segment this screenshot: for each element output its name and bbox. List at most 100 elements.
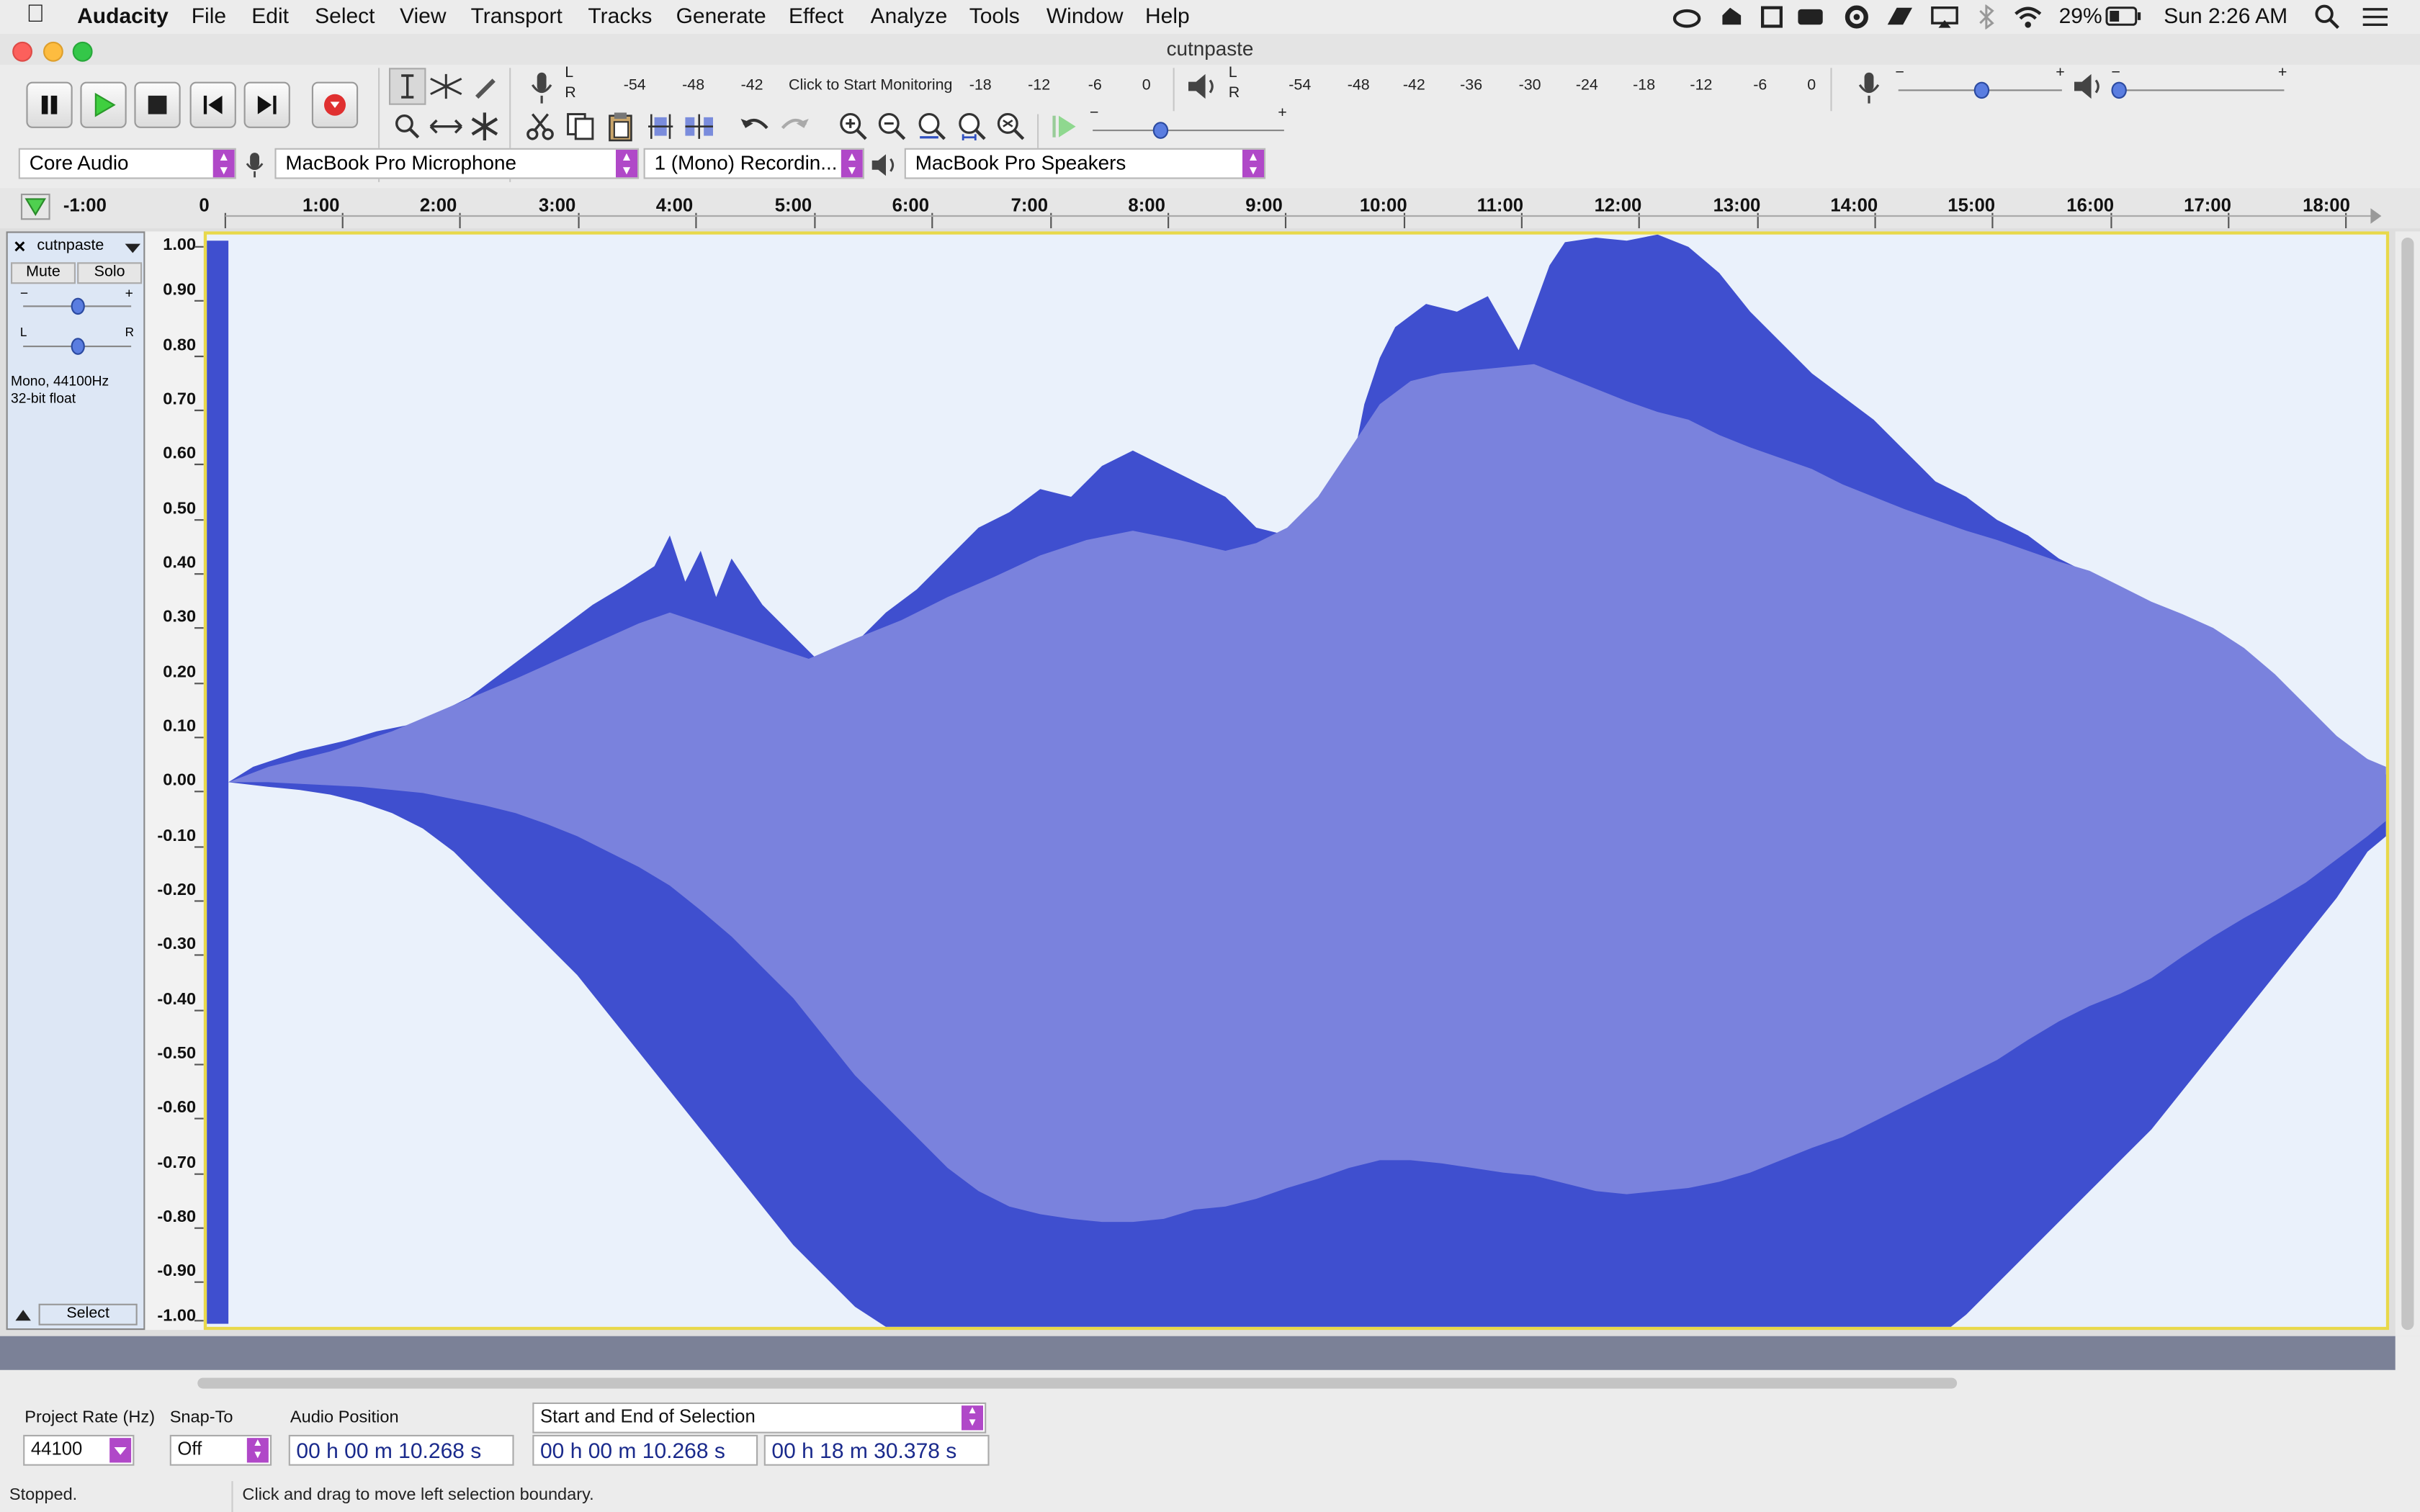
trim-icon (647, 114, 673, 139)
multi-tool[interactable] (466, 108, 503, 145)
track-name-menu[interactable]: cutnpaste (37, 238, 104, 255)
zoom-tool[interactable] (389, 108, 426, 145)
selection-start-field[interactable]: 00 h 00 m 10.268 s (532, 1434, 758, 1466)
select-track-button[interactable]: Select (38, 1303, 138, 1326)
menu-help[interactable]: Help (1145, 3, 1190, 27)
status-hint: Click and drag to move left selection bo… (242, 1485, 594, 1505)
slider-track (1093, 130, 1284, 132)
speaker-icon[interactable] (1186, 71, 1219, 102)
notification-center-icon[interactable] (2362, 6, 2390, 28)
play-speed-slider[interactable]: − + (1090, 105, 1287, 142)
recording-channels-select[interactable]: 1 (Mono) Recordin... ▲ ▼ (643, 148, 864, 179)
airplay-icon[interactable] (1930, 4, 1960, 29)
silence-icon (685, 114, 713, 139)
menu-analyze[interactable]: Analyze (871, 3, 948, 27)
waveform-view[interactable] (203, 231, 2390, 1331)
battery-icon[interactable] (2105, 6, 2142, 28)
track-control-panel[interactable]: × cutnpaste Mute Solo − + L R Mono, 4410… (6, 231, 145, 1331)
time-shift-tool[interactable] (428, 108, 465, 145)
menu-tools[interactable]: Tools (969, 3, 1020, 27)
menu-edit[interactable]: Edit (251, 3, 289, 27)
redo-button[interactable] (776, 108, 813, 145)
menu-view[interactable]: View (400, 3, 446, 27)
clock[interactable]: Sun 2:26 AM (2164, 3, 2287, 27)
fit-project-button[interactable] (954, 108, 990, 145)
slider-thumb[interactable] (71, 297, 85, 315)
creative-cloud-icon[interactable] (1672, 4, 1701, 29)
menu-effect[interactable]: Effect (789, 3, 843, 27)
horizontal-scroll-thumb[interactable] (197, 1377, 1958, 1389)
menu-window[interactable]: Window (1047, 3, 1124, 27)
mute-button[interactable]: Mute (11, 262, 76, 284)
zoom-in-button[interactable] (835, 108, 871, 145)
gain-slider[interactable]: − + (20, 285, 135, 317)
vertical-scroll-thumb[interactable] (2401, 238, 2414, 1331)
record-meter[interactable]: -54 -48 -42 Click to Start Monitoring -1… (581, 68, 1155, 102)
track-close-button[interactable]: × (14, 235, 25, 258)
skip-to-end-button[interactable] (243, 81, 290, 128)
zoom-out-button[interactable] (874, 108, 910, 145)
solo-button[interactable]: Solo (77, 262, 143, 284)
selection-start-value: 00 h 00 m 10.268 s (540, 1438, 725, 1463)
spotlight-search-icon[interactable] (2315, 4, 2339, 30)
slider-thumb[interactable] (1973, 81, 1990, 99)
apple-icon[interactable]:  (26, 1, 45, 30)
wifi-icon[interactable] (2012, 4, 2043, 29)
vertical-scrollbar[interactable] (2395, 231, 2420, 1336)
project-rate-select[interactable]: 44100 (23, 1434, 135, 1466)
slider-thumb[interactable] (1152, 122, 1169, 139)
slider-thumb[interactable] (2111, 81, 2127, 99)
audio-position-field[interactable]: 00 h 00 m 10.268 s (288, 1434, 514, 1466)
cloud-sync-icon[interactable] (1716, 3, 1747, 31)
timeline-ruler[interactable]: -1:00 0 1:00 2:00 3:00 4:00 5:00 6:00 7:… (0, 188, 2420, 229)
playback-meter[interactable]: -54 -48 -42 -36 -30 -24 -18 -12 -6 0 (1244, 68, 1821, 102)
cut-button[interactable] (521, 108, 558, 145)
recording-device-select[interactable]: MacBook Pro Microphone ▲ ▼ (274, 148, 640, 179)
pause-button[interactable] (26, 81, 73, 128)
paste-button[interactable] (602, 108, 639, 145)
recording-volume-slider[interactable]: − + (1895, 65, 2065, 102)
window-icon[interactable] (1760, 4, 1784, 29)
playback-volume-icon (2074, 73, 2099, 99)
copy-button[interactable] (562, 108, 599, 145)
fit-selection-button[interactable] (914, 108, 951, 145)
collapse-track-icon[interactable] (12, 1307, 34, 1322)
trim-audio-button[interactable] (642, 108, 678, 145)
drive-icon[interactable] (1883, 3, 1917, 31)
microphone-icon[interactable] (528, 71, 556, 105)
draw-tool[interactable] (466, 68, 503, 104)
menu-file[interactable]: File (192, 3, 226, 27)
skip-to-start-button[interactable] (189, 81, 236, 128)
silence-audio-button[interactable] (681, 108, 717, 145)
selection-mode-select[interactable]: Start and End of Selection ▲ ▼ (532, 1402, 987, 1434)
slider-plus-label: + (2277, 65, 2287, 82)
empty-track-area[interactable] (0, 1336, 2396, 1370)
amplitude-label: -0.60 (157, 1098, 197, 1117)
menu-tracks[interactable]: Tracks (588, 3, 652, 27)
undo-button[interactable] (736, 108, 773, 145)
track-menu-dropdown-icon[interactable] (125, 242, 140, 254)
horizontal-scrollbar[interactable] (0, 1369, 2420, 1395)
audio-host-select[interactable]: Core Audio ▲ ▼ (18, 148, 236, 179)
pan-slider[interactable]: L R (20, 325, 135, 356)
selection-end-field[interactable]: 00 h 18 m 30.378 s (763, 1434, 990, 1466)
zoom-toggle-button[interactable] (992, 108, 1029, 145)
snap-to-select[interactable]: Off ▲ ▼ (169, 1434, 272, 1466)
app-menu[interactable]: Audacity (77, 3, 169, 27)
menu-select[interactable]: Select (315, 3, 375, 27)
start-monitoring-label[interactable]: Click to Start Monitoring (789, 77, 952, 94)
play-button[interactable] (80, 81, 127, 128)
envelope-tool[interactable] (428, 68, 465, 104)
menu-transport[interactable]: Transport (471, 3, 563, 27)
playback-device-select[interactable]: MacBook Pro Speakers ▲ ▼ (904, 148, 1266, 179)
stop-button[interactable] (134, 81, 181, 128)
play-at-speed-button[interactable] (1047, 108, 1083, 145)
keyboard-icon[interactable] (1796, 4, 1824, 29)
playback-volume-slider[interactable]: − + (2111, 65, 2287, 102)
bluetooth-icon[interactable] (1976, 4, 1997, 30)
gear-icon[interactable] (1843, 3, 1871, 31)
menu-generate[interactable]: Generate (676, 3, 766, 27)
slider-thumb[interactable] (71, 338, 85, 355)
record-button[interactable] (311, 81, 359, 128)
selection-tool[interactable] (389, 68, 426, 105)
